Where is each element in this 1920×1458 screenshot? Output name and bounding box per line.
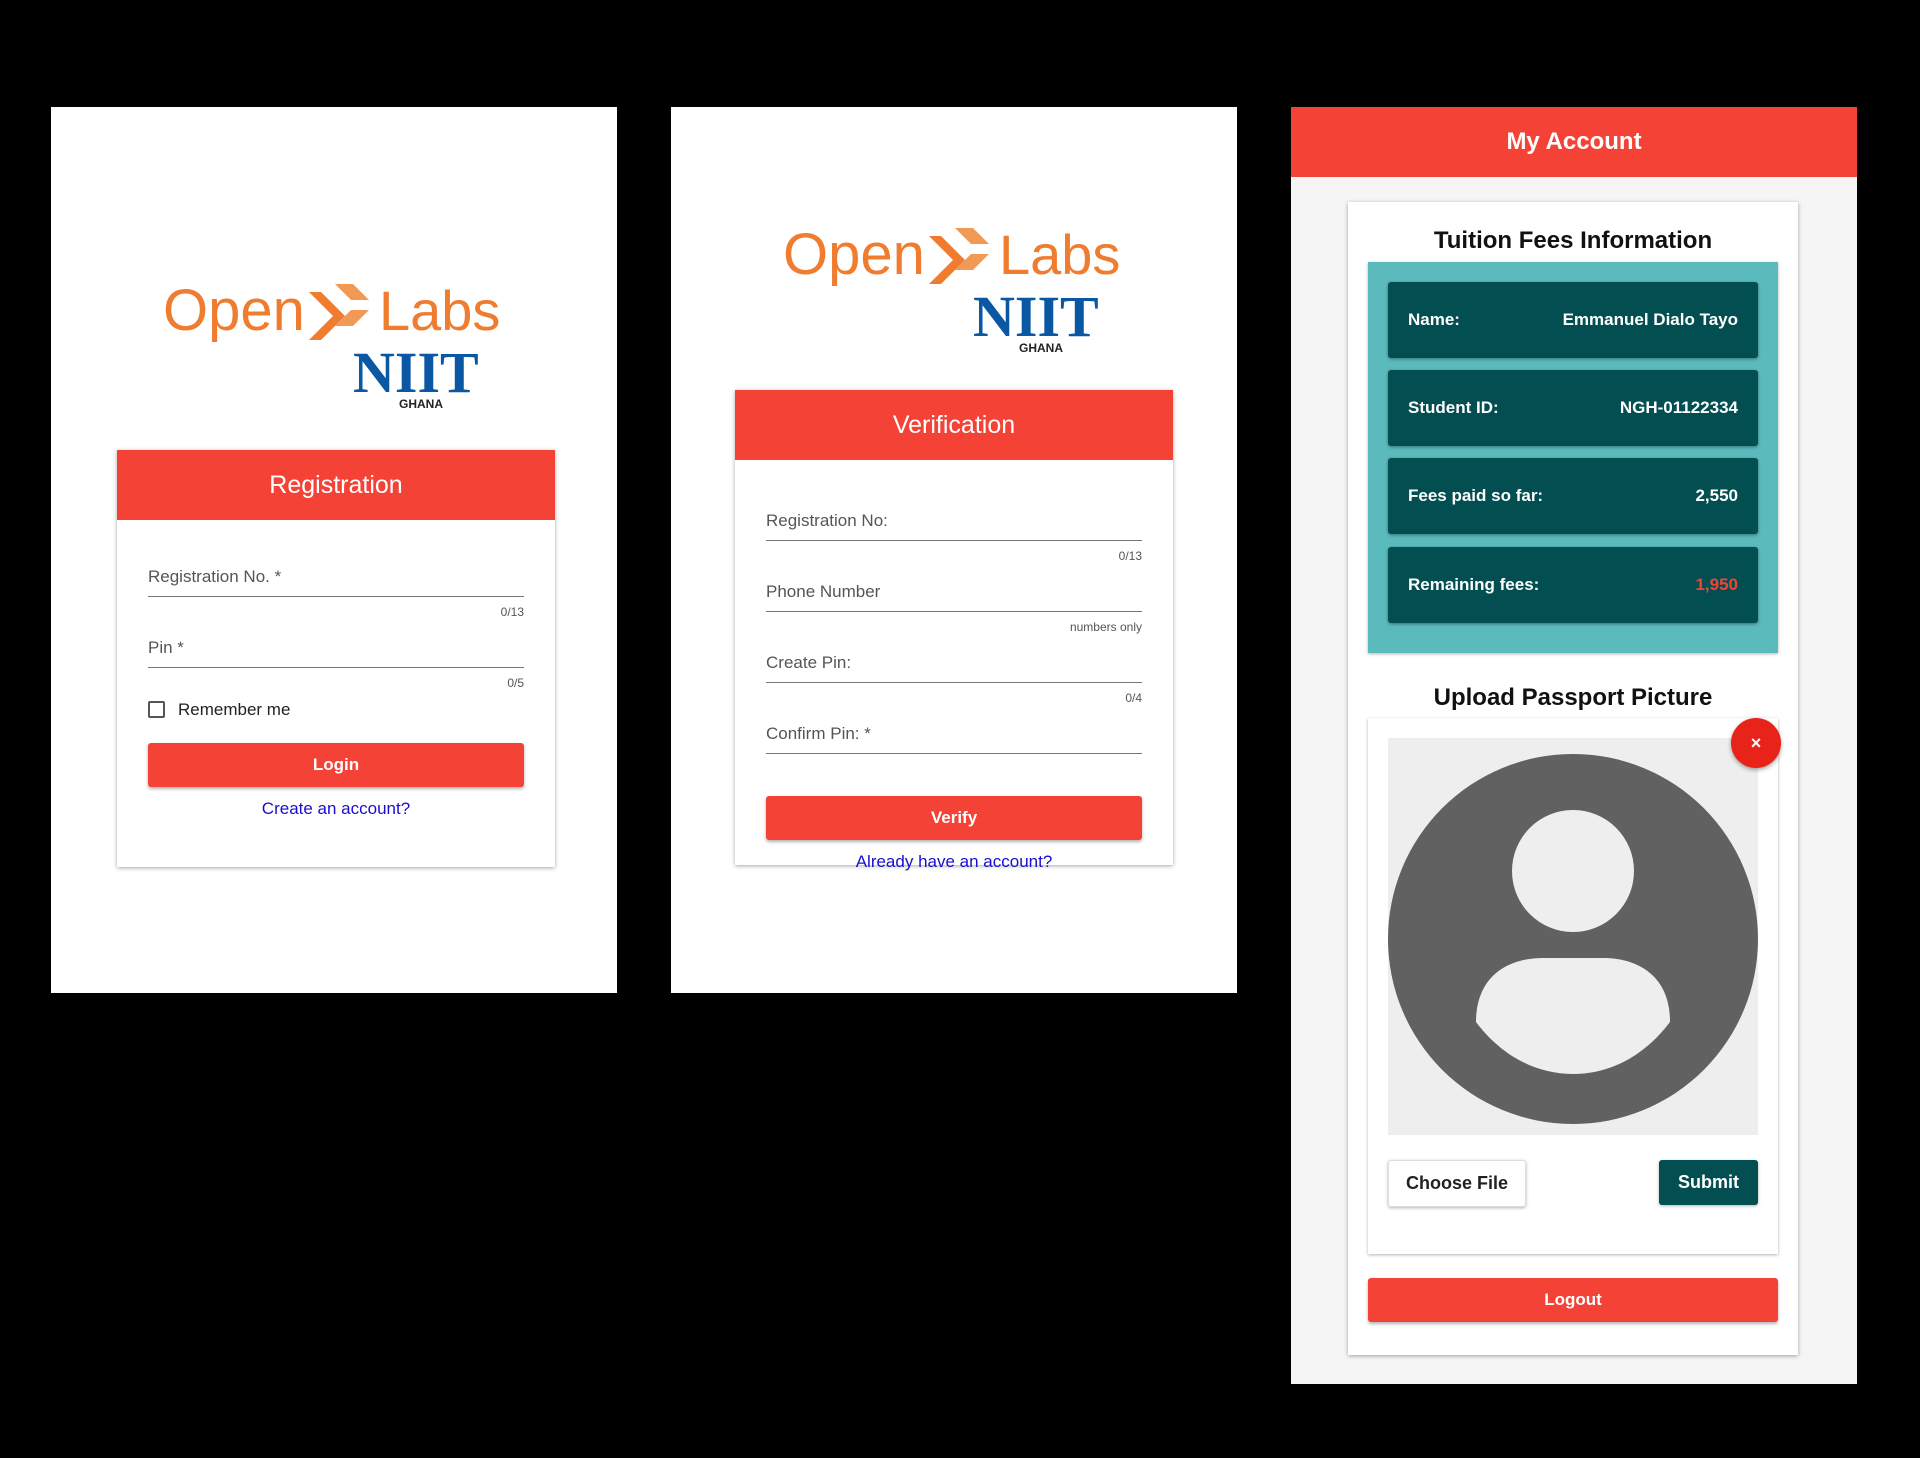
registration-no-counter: 0/13: [500, 605, 524, 619]
verification-card: Verification Registration No: 0/13 Phone…: [735, 390, 1173, 871]
confirm-pin-label: Confirm Pin: *: [766, 724, 871, 743]
pin-field[interactable]: Pin * 0/5: [148, 638, 524, 690]
registration-no-label: Registration No. *: [148, 567, 282, 586]
logo-niit-text: NIIT: [973, 284, 1099, 349]
create-pin-underline: [766, 682, 1142, 683]
registration-no-field[interactable]: Registration No. * 0/13: [148, 567, 524, 619]
registration-title: Registration: [117, 450, 555, 520]
fee-value: 2,550: [1695, 486, 1738, 505]
upload-passport-panel: × Choose File Submit: [1368, 718, 1781, 1254]
verification-title: Verification: [735, 390, 1173, 460]
fee-row-remaining: Remaining fees: 1,950: [1388, 547, 1758, 623]
logo-ghana-text: GHANA: [399, 397, 443, 410]
create-pin-label: Create Pin:: [766, 653, 852, 672]
fee-label: Student ID:: [1408, 398, 1499, 417]
logo-niit-text: NIIT: [353, 340, 479, 405]
create-pin-counter: 0/4: [1125, 691, 1142, 705]
registration-screen: Open Labs NIIT GHANA Registration Regist…: [51, 107, 617, 993]
logo-open-text: Open: [783, 222, 925, 287]
fee-label: Name:: [1408, 310, 1460, 329]
create-pin-field[interactable]: Create Pin: 0/4: [766, 653, 1142, 705]
remember-me-label[interactable]: Remember me: [178, 700, 290, 720]
account-circle-icon: [1388, 754, 1758, 1124]
phone-number-field[interactable]: Phone Number numbers only: [766, 582, 1142, 634]
phone-number-hint: numbers only: [1069, 620, 1142, 634]
verification-screen: Open Labs NIIT GHANA Verification Regist…: [671, 107, 1237, 993]
already-have-account-link[interactable]: Already have an account?: [735, 852, 1173, 872]
verify-registration-no-field[interactable]: Registration No: 0/13: [766, 511, 1142, 563]
phone-number-underline: [766, 611, 1142, 612]
my-account-screen: My Account Tuition Fees Information Name…: [1291, 107, 1857, 1384]
confirm-pin-field[interactable]: Confirm Pin: *: [766, 724, 1142, 754]
verify-registration-no-label: Registration No:: [766, 511, 888, 530]
my-account-header: My Account: [1291, 107, 1857, 177]
fee-row-name: Name: Emmanuel Dialo Tayo: [1388, 282, 1758, 358]
phone-number-label: Phone Number: [766, 582, 881, 601]
account-card: Tuition Fees Information Name: Emmanuel …: [1348, 202, 1798, 1355]
fee-label: Remaining fees:: [1408, 575, 1540, 594]
passport-preview: [1388, 738, 1758, 1135]
upload-passport-title: Upload Passport Picture: [1433, 684, 1713, 711]
verify-registration-no-underline: [766, 540, 1142, 541]
registration-no-underline: [148, 596, 524, 597]
logout-button[interactable]: Logout: [1368, 1278, 1778, 1322]
verify-button[interactable]: Verify: [766, 796, 1142, 840]
choose-file-button[interactable]: Choose File: [1388, 1160, 1526, 1207]
logo-open-text: Open: [163, 278, 305, 343]
create-account-link[interactable]: Create an account?: [117, 799, 555, 819]
registration-card: Registration Registration No. * 0/13 Pin…: [117, 450, 555, 867]
logo-labs-text: Labs: [999, 223, 1120, 286]
logo-ghana-text: GHANA: [1019, 341, 1063, 354]
fee-label: Fees paid so far:: [1408, 486, 1544, 505]
pin-counter: 0/5: [507, 676, 524, 690]
tuition-fees-panel: Name: Emmanuel Dialo Tayo Student ID: NG…: [1368, 262, 1778, 653]
fee-value-remaining: 1,950: [1695, 575, 1738, 594]
fee-value: Emmanuel Dialo Tayo: [1562, 310, 1738, 329]
fee-value: NGH-01122334: [1619, 398, 1738, 417]
close-icon: ×: [1750, 732, 1762, 753]
pin-underline: [148, 667, 524, 668]
openlabs-niit-logo: Open Labs NIIT GHANA: [163, 270, 509, 410]
confirm-pin-underline: [766, 753, 1142, 754]
fee-row-fees-paid: Fees paid so far: 2,550: [1388, 458, 1758, 534]
submit-button[interactable]: Submit: [1659, 1160, 1758, 1205]
logo-labs-text: Labs: [379, 279, 500, 342]
remember-me-checkbox[interactable]: [148, 701, 165, 718]
remove-photo-button[interactable]: ×: [1731, 718, 1781, 768]
login-button[interactable]: Login: [148, 743, 524, 787]
openlabs-niit-logo: Open Labs NIIT GHANA: [783, 214, 1129, 354]
fee-row-student-id: Student ID: NGH-01122334: [1388, 370, 1758, 446]
verify-registration-no-counter: 0/13: [1118, 549, 1142, 563]
pin-label: Pin *: [148, 638, 184, 657]
tuition-fees-title: Tuition Fees Information: [1433, 227, 1713, 254]
